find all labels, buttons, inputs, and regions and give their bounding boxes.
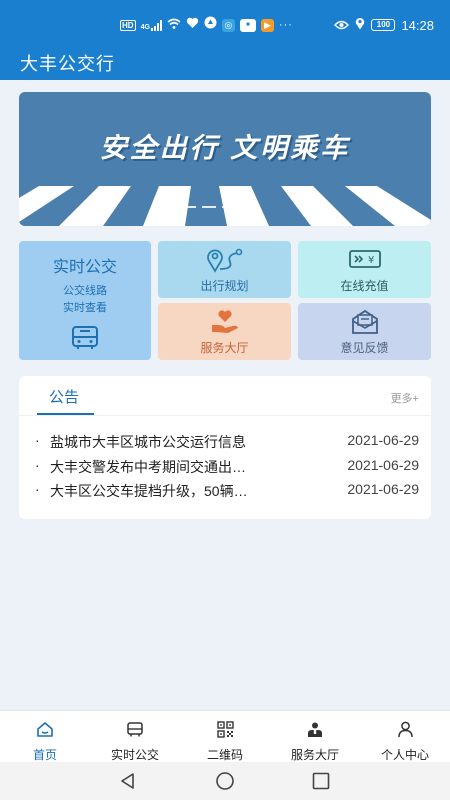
tab-realtime-bus-label: 实时公交: [110, 748, 159, 762]
tab-home[interactable]: 首页: [0, 711, 90, 762]
notice-divider: [19, 415, 431, 416]
tab-profile[interactable]: 个人中心: [360, 711, 450, 762]
service-hall-label: 服务大厅: [200, 341, 249, 355]
heart-icon: [186, 16, 199, 34]
battery-indicator: 100: [371, 19, 396, 31]
banner-pager: [182, 206, 256, 208]
notice-date: 2021-06-29: [347, 432, 419, 448]
notice-title: 大丰交警发布中考期间交通出…: [50, 458, 246, 475]
realtime-bus-line2: 实时查看: [63, 302, 107, 314]
feedback-tile[interactable]: 意见反馈: [298, 303, 431, 360]
tab-home-label: 首页: [32, 748, 57, 762]
signal-icon: 4G: [140, 19, 162, 31]
status-bar: HD 4G ◎ ■ ▶ ··· 100 14:28: [0, 0, 450, 44]
pager-dot: [182, 206, 196, 208]
app-notify-icon-2: ■: [239, 18, 256, 32]
notice-list: · 盐城市大丰区城市公交运行信息 2021-06-29 · 大丰交警发布中考期间…: [35, 432, 419, 506]
qrcode-icon: [216, 721, 234, 743]
service-hall-tile[interactable]: 服务大厅: [158, 303, 291, 360]
location-icon: [355, 17, 365, 33]
tab-notice[interactable]: 公告: [49, 386, 79, 407]
recents-square-icon[interactable]: [311, 771, 331, 796]
app-notify-icon-1: ◎: [221, 18, 235, 32]
realtime-bus-line1: 公交线路: [63, 285, 107, 297]
tab-profile-label: 个人中心: [380, 748, 429, 762]
trip-plan-label: 出行规划: [200, 279, 249, 293]
app-title: 大丰公交行: [20, 54, 115, 74]
route-map-icon: [158, 247, 291, 273]
online-topup-tile[interactable]: ¥ 在线充值: [298, 241, 431, 298]
notice-item[interactable]: · 大丰区公交车提档升级，50辆… 2021-06-29: [35, 481, 419, 506]
back-icon[interactable]: [118, 771, 138, 796]
realtime-bus-title: 实时公交: [52, 259, 117, 276]
heart-hand-icon: [158, 309, 291, 335]
notice-item[interactable]: · 盐城市大丰区城市公交运行信息 2021-06-29: [35, 432, 419, 457]
notice-title: 盐城市大丰区城市公交运行信息: [50, 434, 246, 450]
system-nav-bar: [0, 762, 450, 800]
mail-feedback-icon: [298, 309, 431, 335]
bullet-dot: ·: [35, 456, 40, 473]
bullet-dot: ·: [35, 432, 40, 448]
status-right: 100 14:28: [334, 17, 434, 33]
tab-service-hall-label: 服务大厅: [290, 748, 339, 762]
bottom-tab-bar: 首页 实时公交 二维码 服务大厅 个人中心: [0, 710, 450, 762]
notice-date: 2021-06-29: [347, 456, 419, 473]
hd-indicator: HD: [120, 19, 136, 31]
bus-icon: [70, 325, 100, 356]
tab-service-hall[interactable]: 服务大厅: [270, 711, 360, 762]
yuan-symbol: ¥: [368, 255, 374, 266]
recharge-card-icon: ¥: [298, 247, 431, 273]
realtime-bus-subtitle: 公交线路 实时查看: [19, 283, 151, 317]
user-icon: [397, 721, 414, 743]
banner-slogan: 安全出行 文明乘车: [99, 133, 351, 163]
tab-qrcode[interactable]: 二维码: [180, 711, 270, 762]
service-icon: [306, 721, 324, 743]
status-time: 14:28: [401, 17, 434, 33]
online-topup-label: 在线充值: [340, 279, 389, 293]
wifi-icon: [167, 16, 181, 34]
bell-app-icon: [204, 16, 217, 34]
app-title-bar: 大丰公交行: [0, 44, 450, 80]
pager-dot: [202, 206, 216, 208]
eye-icon: [334, 18, 350, 33]
notice-date: 2021-06-29: [347, 481, 419, 497]
notice-more-link[interactable]: 更多+: [391, 390, 419, 406]
more-dots-icon: ···: [278, 19, 293, 31]
feedback-label: 意见反馈: [340, 341, 389, 355]
pager-dot: [222, 206, 236, 208]
tab-qrcode-label: 二维码: [206, 748, 243, 762]
tab-realtime-bus[interactable]: 实时公交: [90, 711, 180, 762]
bullet-dot: ·: [35, 481, 40, 497]
realtime-bus-tile[interactable]: 实时公交 公交线路 实时查看: [19, 241, 151, 360]
notice-card: 公告 更多+ · 盐城市大丰区城市公交运行信息 2021-06-29 · 大丰交…: [19, 376, 431, 519]
pager-dot: [242, 206, 256, 208]
signal-type: 4G: [140, 23, 150, 31]
status-left: HD 4G ◎ ■ ▶ ···: [120, 16, 293, 34]
home-icon: [36, 721, 54, 743]
home-circle-icon[interactable]: [215, 771, 235, 796]
notice-item[interactable]: · 大丰交警发布中考期间交通出… 2021-06-29: [35, 457, 419, 482]
trip-plan-tile[interactable]: 出行规划: [158, 241, 291, 298]
app-notify-icon-3: ▶: [260, 18, 274, 32]
notice-title: 大丰区公交车提档升级，50辆…: [50, 483, 248, 499]
bus-icon: [126, 721, 144, 743]
